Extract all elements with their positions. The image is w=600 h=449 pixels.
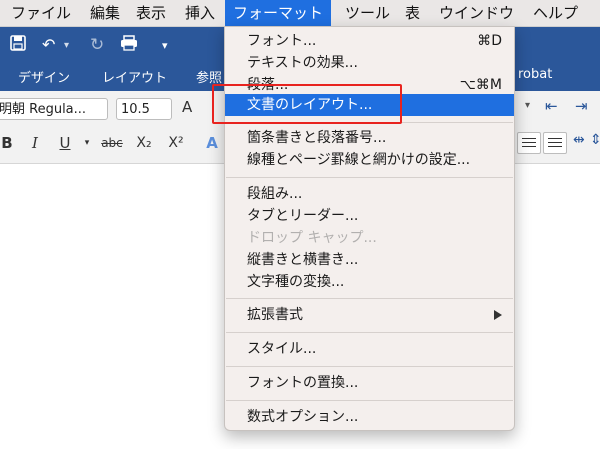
menu-item-bullets-numbering[interactable]: 箇条書きと段落番号... (225, 127, 514, 149)
print-icon[interactable] (120, 35, 138, 56)
shortcut-font: ⌘D (477, 33, 502, 49)
menu-separator (226, 177, 513, 178)
italic-button[interactable]: I (28, 132, 42, 154)
tab-acrobat[interactable]: robat (518, 67, 552, 82)
menu-item-font[interactable]: フォント... ⌘D (225, 30, 514, 52)
menu-bar: ファイル 編集 表示 挿入 フォーマット ツール 表 ウインドウ ヘルプ (0, 0, 600, 27)
customize-toolbar-icon[interactable]: ▾ (162, 39, 168, 52)
menu-table[interactable]: 表 (403, 0, 422, 26)
subscript-button[interactable]: X₂ (132, 132, 156, 154)
distribute-icon[interactable]: ⇹ (573, 132, 585, 148)
save-icon[interactable] (10, 35, 26, 56)
menu-item-extended-formatting[interactable]: 拡張書式 (225, 304, 514, 326)
line-spacing-icon[interactable]: ⇕ (590, 132, 600, 148)
justify-button[interactable] (517, 132, 541, 154)
menu-tools[interactable]: ツール (343, 0, 392, 26)
submenu-arrow-icon (494, 310, 502, 320)
menu-separator (226, 332, 513, 333)
menu-item-equation-options[interactable]: 数式オプション... (225, 406, 514, 428)
menu-item-replace-fonts[interactable]: フォントの置換... (225, 372, 514, 394)
menu-item-text-direction[interactable]: 縦書きと横書き... (225, 249, 514, 271)
menu-help[interactable]: ヘルプ (531, 0, 580, 26)
font-size-select[interactable]: 10.5 (116, 98, 172, 120)
tab-design[interactable]: デザイン (18, 67, 70, 86)
menu-item-columns[interactable]: 段組み... (225, 183, 514, 205)
grow-font-button[interactable]: A (182, 98, 192, 116)
bold-button[interactable]: B (0, 132, 14, 154)
menu-insert[interactable]: 挿入 (183, 0, 217, 26)
menu-item-drop-cap: ドロップ キャップ... (247, 230, 377, 246)
shortcut-paragraph: ⌥⌘M (459, 77, 502, 93)
menu-window[interactable]: ウインドウ (437, 0, 516, 26)
menu-file[interactable]: ファイル (9, 0, 73, 26)
menu-item-text-effects[interactable]: テキストの効果... (225, 52, 514, 74)
list-dropdown-icon[interactable]: ▾ (525, 100, 530, 111)
annotation-highlight-box (212, 84, 402, 124)
redo-icon[interactable]: ↻ (90, 35, 104, 55)
underline-button[interactable]: U (58, 132, 72, 154)
menu-separator (226, 400, 513, 401)
font-name-select[interactable]: 明朝 Regula... (0, 98, 108, 120)
undo-dropdown-icon[interactable]: ▾ (64, 40, 69, 51)
menu-view[interactable]: 表示 (134, 0, 168, 26)
superscript-button[interactable]: X² (164, 132, 188, 154)
menu-separator (226, 366, 513, 367)
underline-dropdown-icon[interactable]: ▾ (82, 132, 92, 154)
increase-indent-icon[interactable]: ⇥ (575, 97, 588, 115)
menu-item-style[interactable]: スタイル... (225, 338, 514, 360)
text-effects-button[interactable]: A (204, 132, 220, 154)
menu-item-borders-shading[interactable]: 線種とページ罫線と網かけの設定... (225, 149, 514, 171)
strikethrough-button[interactable]: abc (98, 132, 126, 154)
tab-layout[interactable]: レイアウト (102, 67, 167, 86)
decrease-indent-icon[interactable]: ⇤ (545, 97, 558, 115)
menu-edit[interactable]: 編集 (88, 0, 122, 26)
align-left-button[interactable] (543, 132, 567, 154)
menu-separator (226, 298, 513, 299)
menu-format[interactable]: フォーマット (225, 0, 332, 26)
undo-icon[interactable]: ↶ (42, 35, 55, 54)
menu-item-change-case[interactable]: 文字種の変換... (225, 271, 514, 293)
menu-item-tabs-leaders[interactable]: タブとリーダー... (225, 205, 514, 227)
